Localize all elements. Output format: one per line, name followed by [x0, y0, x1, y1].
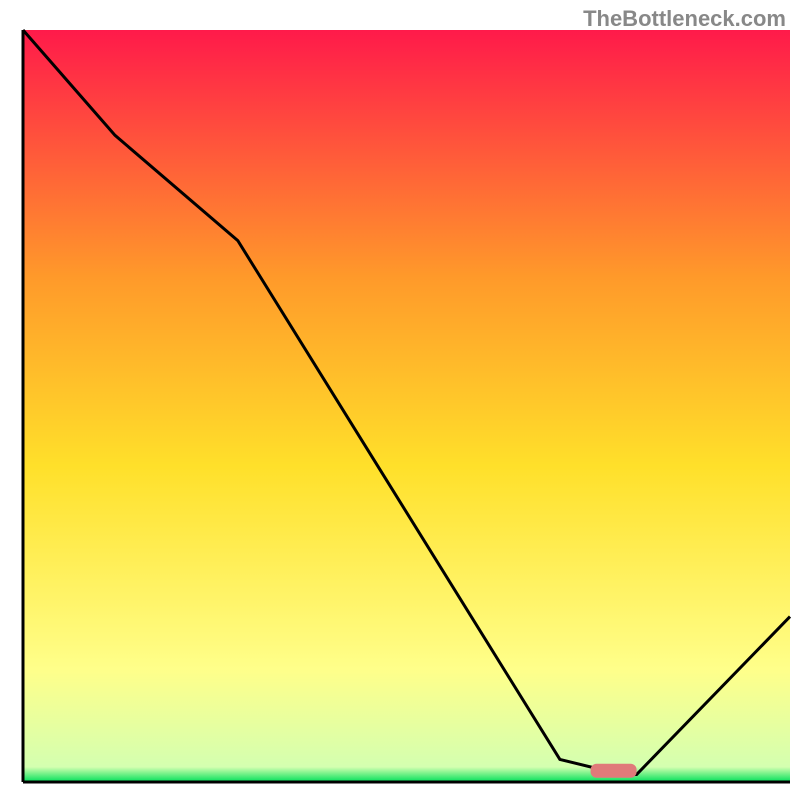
bottleneck-chart [0, 0, 800, 800]
plot-background [23, 30, 790, 782]
optimal-marker [591, 764, 637, 778]
watermark-text: TheBottleneck.com [583, 6, 786, 32]
chart-container: { "watermark": "TheBottleneck.com", "cha… [0, 0, 800, 800]
